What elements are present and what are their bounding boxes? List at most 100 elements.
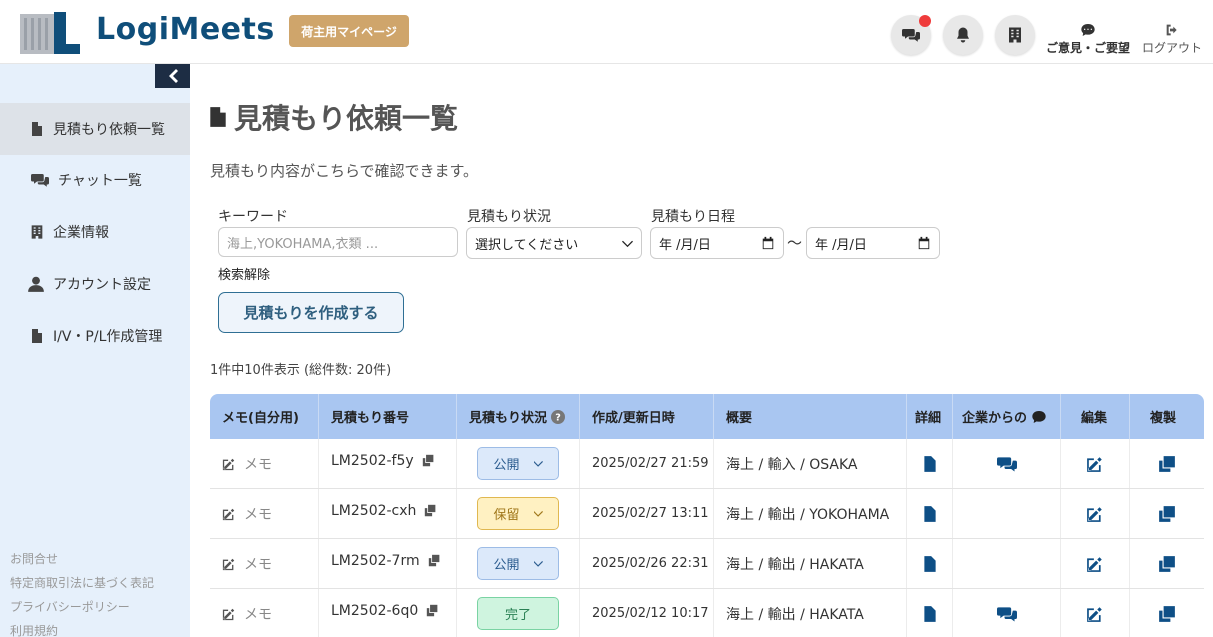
duplicate-icon[interactable] [1158,505,1176,523]
quote-number-cell: LM2502-f5y [319,439,457,488]
memo-cell[interactable]: メモ [210,589,319,637]
chat-icon[interactable] [995,454,1019,474]
sidebar-item-label: 企業情報 [53,225,109,241]
svg-text:?: ? [555,412,561,423]
company-chat-cell [953,539,1061,588]
edit-icon[interactable] [1086,555,1104,573]
col-duplicate: 複製 [1150,411,1177,426]
edit-icon[interactable] [1086,505,1104,523]
status-value: 保留 [493,508,520,523]
sidebar-item-chat[interactable]: チャット一覧 [0,154,190,206]
status-select[interactable]: 保留 [477,497,559,530]
status-select[interactable]: 公開 [477,447,559,480]
file-icon[interactable] [921,555,939,573]
sidebar-item-label: 見積もり依頼一覧 [53,122,165,138]
quote-number: LM2502-cxh [331,503,437,519]
clear-search-link[interactable]: 検索解除 [218,264,270,283]
quote-number-cell: LM2502-7rm [319,539,457,588]
keyword-input[interactable]: 海上,YOKOHAMA,衣類 ... [218,227,458,257]
file-icon[interactable] [921,505,939,523]
status-cell: 公開 [457,539,580,588]
memo-cell[interactable]: メモ [210,439,319,488]
edit-icon[interactable] [1086,455,1104,473]
page-title: 見積もり依頼一覧 [209,97,458,137]
logout-icon [1166,24,1177,36]
table-row: メモ LM2502-cxh 保留 2025/02/27 13:11 海上 / 輸… [210,489,1204,539]
chat-icon[interactable] [995,604,1019,624]
sidebar-item-account[interactable]: アカウント設定 [0,258,190,310]
sidebar: 見積もり依頼一覧 チャット一覧 企業情報 アカウント設定 I/V・P/L作成管理… [0,64,190,637]
logo-icon[interactable] [20,8,80,56]
company-chat-cell [953,439,1061,488]
status-select[interactable]: 完了 [477,597,559,630]
edit-icon[interactable] [1086,605,1104,623]
status-cell: 完了 [457,589,580,637]
duplicate-icon[interactable] [1158,605,1176,623]
date-from-input[interactable]: 年 /月/日 [650,227,784,259]
memo-button[interactable]: メモ [222,454,272,474]
help-icon[interactable]: ? [551,409,566,424]
copy-icon[interactable] [426,604,439,617]
memo-button[interactable]: メモ [222,604,272,624]
copy-icon[interactable] [424,504,437,517]
logo-text[interactable]: LogiMeets [96,12,275,47]
footer-link-terms[interactable]: 利用規約 [10,622,58,637]
sidebar-item-iv-pl[interactable]: I/V・P/L作成管理 [0,310,190,362]
status-select-value: 選択してください [475,237,579,253]
quote-number: LM2502-7rm [331,553,441,569]
footer-link-contact[interactable]: お問合せ [10,550,58,567]
logout-link[interactable]: ログアウト [1142,22,1202,56]
chevron-left-icon [168,69,178,83]
company-chat-cell [953,589,1061,637]
create-quote-button[interactable]: 見積もりを作成する [218,292,404,333]
building-icon [1009,27,1021,43]
company-chat-cell [953,489,1061,538]
copy-icon[interactable] [428,554,441,567]
sidebar-item-company[interactable]: 企業情報 [0,206,190,258]
quote-number-text: LM2502-f5y [331,452,414,469]
footer-link-commercial-law[interactable]: 特定商取引法に基づく表記 [10,574,154,591]
date-from-value: 年 /月/日 [659,237,711,253]
duplicate-icon[interactable] [1158,455,1176,473]
file-icon[interactable] [921,605,939,623]
memo-cell[interactable]: メモ [210,489,319,538]
datetime-cell: 2025/02/26 22:31 [580,539,714,588]
sidebar-collapse-button[interactable] [155,64,190,88]
result-count: 1件中10件表示 (総件数: 20件) [210,363,392,378]
file-icon [32,329,42,343]
calendar-icon [762,236,774,250]
quotes-table: メモ(自分用) 見積もり番号 見積もり状況 ? 作成/更新日時 概要 詳細 企業… [210,394,1204,637]
col-summary: 概要 [714,394,907,439]
table-row: メモ LM2502-6q0 完了 2025/02/12 10:17 海上 / 輸… [210,589,1204,637]
status-select[interactable]: 公開 [477,547,559,580]
sidebar-item-quotes[interactable]: 見積もり依頼一覧 [0,103,190,155]
summary-value: 海上 / 輸出 / HAKATA [726,606,864,623]
footer-link-privacy[interactable]: プライバシーポリシー [10,598,130,615]
summary-value: 海上 / 輸入 / OSAKA [726,456,858,473]
detail-cell [907,489,953,538]
comment-icon [1081,24,1095,36]
summary-cell: 海上 / 輸出 / HAKATA [714,539,907,588]
feedback-link[interactable]: ご意見・ご要望 [1046,22,1130,56]
col-number: 見積もり番号 [319,394,457,439]
sidebar-item-label: アカウント設定 [53,277,151,293]
chat-icon [902,29,920,42]
duplicate-cell [1130,589,1204,637]
datetime-cell: 2025/02/27 13:11 [580,489,714,538]
chat-icon [31,174,49,187]
memo-cell[interactable]: メモ [210,539,319,588]
file-icon[interactable] [921,455,939,473]
quote-number-text: LM2502-7rm [331,552,420,569]
col-company-chat: 企業からの [953,394,1061,439]
duplicate-cell [1130,539,1204,588]
status-filter-label: 見積もり状況 [467,209,551,225]
memo-button[interactable]: メモ [222,504,272,524]
status-select[interactable]: 選択してください [466,227,642,259]
bell-button[interactable] [943,15,983,55]
copy-icon[interactable] [422,454,435,467]
memo-button[interactable]: メモ [222,554,272,574]
summary-cell: 海上 / 輸出 / YOKOHAMA [714,489,907,538]
date-to-input[interactable]: 年 /月/日 [806,227,940,259]
company-button[interactable] [995,15,1035,55]
duplicate-icon[interactable] [1158,555,1176,573]
